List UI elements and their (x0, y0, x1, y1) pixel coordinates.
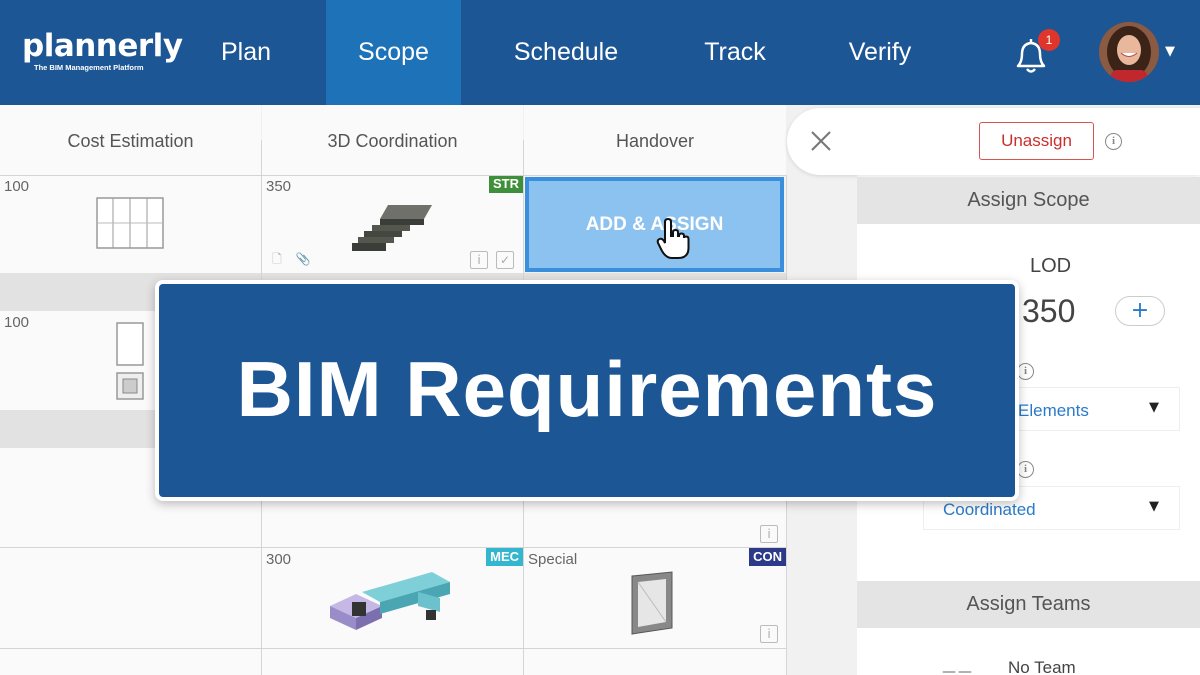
assign-teams-header: Assign Teams (857, 581, 1200, 628)
grid-cell[interactable] (0, 548, 261, 648)
attachment-icon[interactable]: 📎 (294, 251, 312, 269)
lod-value: 350 (266, 178, 292, 195)
row-divider (0, 175, 786, 176)
overlay-title: BIM Requirements (236, 345, 938, 433)
lod-value: 350 (1022, 293, 1076, 329)
lod-value: 300 (266, 551, 292, 568)
column-header-3d-coordination[interactable]: 3D Coordination (262, 105, 523, 175)
dropdown-value: Elements (1018, 401, 1089, 420)
team-value[interactable]: No Team (1008, 658, 1076, 675)
team-dash: —— (942, 664, 974, 675)
nav-verify[interactable]: Verify (832, 0, 928, 105)
logo-tagline: The BIM Management Platform (34, 63, 144, 72)
info-icon[interactable]: i (1017, 461, 1034, 478)
door-fixture-icon (116, 322, 144, 400)
chevron-down-icon: ▼ (1149, 400, 1159, 415)
lod-label: LOD (1030, 255, 1072, 277)
user-avatar[interactable] (1099, 22, 1159, 82)
checkbox-icon[interactable]: ✓ (496, 251, 514, 269)
logo-wordmark: plannerly (22, 28, 183, 64)
lod-value: 100 (4, 178, 30, 195)
chevron-down-icon[interactable]: ▼ (1165, 44, 1175, 59)
discipline-tag: CON (749, 548, 786, 566)
title-card: BIM Requirements (155, 280, 1019, 501)
info-icon[interactable]: i (760, 525, 778, 543)
duct-icon (330, 572, 450, 630)
discipline-tag: MEC (486, 548, 523, 566)
info-icon[interactable]: i (1017, 363, 1034, 380)
pointer-hand-icon (656, 218, 690, 259)
row-divider (0, 547, 786, 548)
grid-cell[interactable]: 300 MEC (262, 548, 523, 648)
info-icon[interactable]: i (470, 251, 488, 269)
chevron-down-icon: ▼ (1149, 499, 1159, 514)
frame-icon (631, 571, 673, 635)
nav-schedule[interactable]: Schedule (500, 0, 632, 105)
lod-value: 100 (4, 314, 30, 331)
nav-scope[interactable]: Scope (326, 0, 461, 105)
info-icon[interactable]: i (1105, 133, 1122, 150)
lod-value: Special (528, 551, 578, 568)
plannerly-logo[interactable]: plannerly The BIM Management Platform (22, 28, 183, 72)
row-divider (0, 648, 786, 649)
add-and-assign-button[interactable]: ADD & ASSIGN (525, 177, 784, 272)
nav-plan[interactable]: Plan (196, 0, 296, 105)
grid-cell[interactable] (0, 649, 786, 675)
column-header-handover[interactable]: Handover (524, 105, 786, 175)
grid-cell[interactable]: 350 STR 🗋 📎 i ✓ (262, 175, 523, 273)
stair-icon (352, 205, 432, 251)
close-icon[interactable] (809, 129, 833, 153)
info-icon[interactable]: i (760, 625, 778, 643)
column-header-cost-estimation[interactable]: Cost Estimation (0, 105, 261, 175)
dropdown-value: Coordinated (943, 500, 1036, 519)
grid-cell[interactable]: 100 (0, 175, 261, 273)
document-icon[interactable]: 🗋 (268, 251, 286, 269)
window-frame-icon (96, 197, 164, 249)
assign-scope-header: Assign Scope (857, 177, 1200, 224)
nav-track[interactable]: Track (690, 0, 780, 105)
unassign-button[interactable]: Unassign (979, 122, 1094, 160)
discipline-tag: STR (489, 175, 523, 193)
add-lod-button[interactable]: + (1115, 296, 1165, 326)
notification-badge: 1 (1038, 29, 1060, 51)
grid-cell[interactable]: Special CON i (524, 548, 786, 648)
